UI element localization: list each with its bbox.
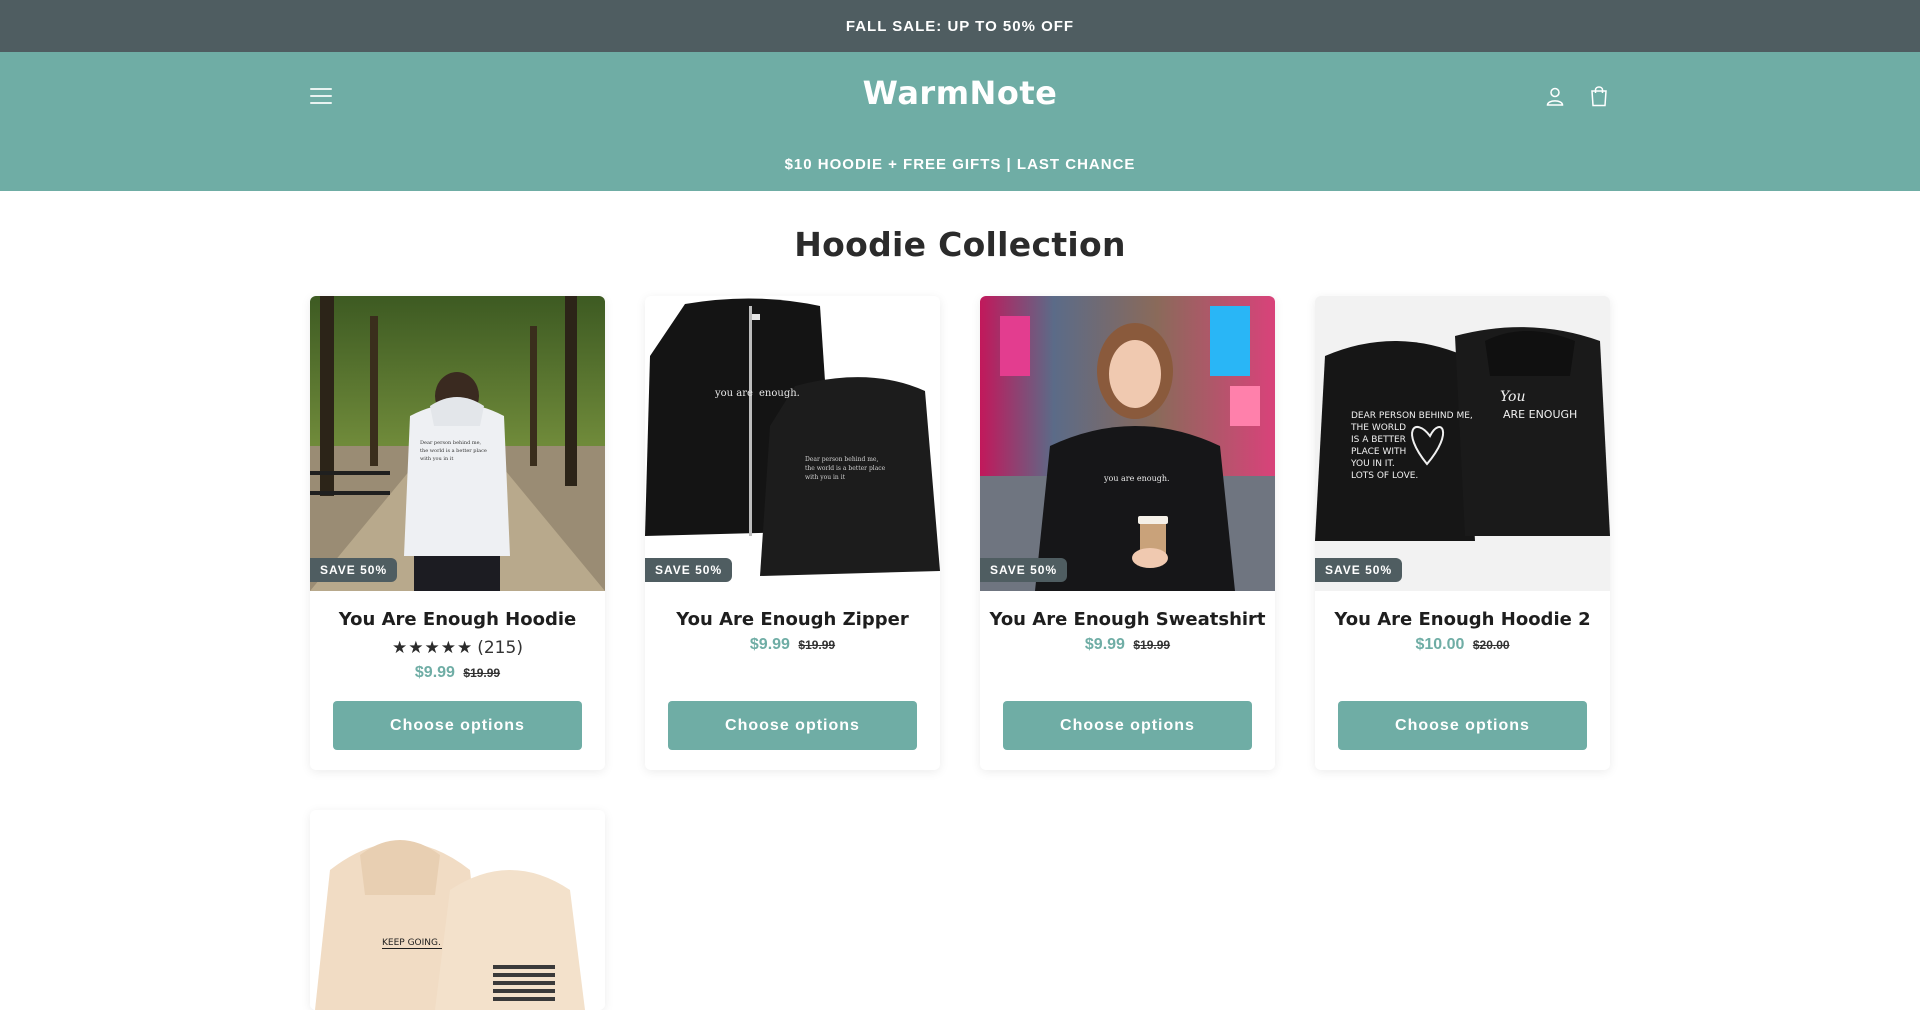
compare-price: $19.99 xyxy=(1133,638,1171,652)
svg-text:enough.: enough. xyxy=(759,388,800,399)
header-icons xyxy=(1544,85,1610,107)
svg-text:You: You xyxy=(1500,389,1525,405)
discount-badge: SAVE 50% xyxy=(310,558,398,582)
sale-price: $9.99 xyxy=(749,636,790,653)
product-image-hoodie-cream[interactable]: KEEP GOING. xyxy=(310,810,605,1010)
price-row: $10.00 $20.00 xyxy=(1315,636,1610,654)
sale-price: $9.99 xyxy=(1084,636,1125,653)
svg-text:THE WORLD: THE WORLD xyxy=(1350,423,1406,433)
svg-text:you are: you are xyxy=(714,388,753,399)
compare-price: $19.99 xyxy=(463,666,501,680)
account-icon[interactable] xyxy=(1544,85,1566,107)
svg-text:PLACE WITH: PLACE WITH xyxy=(1351,447,1406,457)
product-info: You Are Enough Hoodie 2 $10.00 $20.00 xyxy=(1315,591,1610,654)
product-info: You Are Enough Sweatshirt $9.99 $19.99 xyxy=(980,591,1275,654)
svg-text:ARE ENOUGH: ARE ENOUGH xyxy=(1503,408,1577,421)
announcement-bar: FALL SALE: UP TO 50% OFF xyxy=(0,0,1920,52)
product-info: You Are Enough Zipper $9.99 $19.99 xyxy=(645,591,940,654)
svg-text:with you in it: with you in it xyxy=(420,456,453,462)
product-card[interactable]: you are enough. Dear person behind me, t… xyxy=(645,296,940,770)
product-info: You Are Enough Hoodie ★★★★★ (215) $9.99 … xyxy=(310,591,605,682)
discount-badge: SAVE 50% xyxy=(980,558,1068,582)
svg-text:Dear person behind me,: Dear person behind me, xyxy=(420,440,482,446)
choose-options-button[interactable]: Choose options xyxy=(333,701,582,750)
sale-price: $10.00 xyxy=(1415,636,1465,653)
product-card[interactable]: DEAR PERSON BEHIND ME, THE WORLD IS A BE… xyxy=(1315,296,1610,770)
site-logo[interactable]: WarmNote xyxy=(863,74,1058,112)
svg-text:you are enough.: you are enough. xyxy=(1103,474,1170,483)
svg-text:KEEP GOING.: KEEP GOING. xyxy=(382,938,441,948)
svg-text:the world is a better place: the world is a better place xyxy=(420,448,487,454)
svg-text:YOU IN IT.: YOU IN IT. xyxy=(1350,459,1395,469)
choose-options-button[interactable]: Choose options xyxy=(1338,701,1587,750)
collection-title: Hoodie Collection xyxy=(794,225,1126,264)
choose-options-button[interactable]: Choose options xyxy=(1003,701,1252,750)
svg-text:with you in it: with you in it xyxy=(805,474,846,481)
product-title[interactable]: You Are Enough Hoodie xyxy=(310,609,605,630)
site-header: WarmNote $10 HOODIE + FREE GIFTS | LAST … xyxy=(0,52,1920,191)
svg-text:IS A BETTER: IS A BETTER xyxy=(1351,435,1406,445)
product-title[interactable]: You Are Enough Sweatshirt xyxy=(980,609,1275,630)
product-image-hoodie-white[interactable]: Dear person behind me, the world is a be… xyxy=(310,296,605,591)
svg-text:the world is a better place: the world is a better place xyxy=(805,465,886,472)
price-row: $9.99 $19.99 xyxy=(645,636,940,654)
choose-options-button[interactable]: Choose options xyxy=(668,701,917,750)
product-image-zipper-black[interactable]: you are enough. Dear person behind me, t… xyxy=(645,296,940,591)
sale-price: $9.99 xyxy=(414,664,455,681)
svg-text:Dear person behind me,: Dear person behind me, xyxy=(805,456,878,463)
star-rating-icon: ★★★★★ xyxy=(392,638,474,658)
compare-price: $20.00 xyxy=(1472,638,1510,652)
price-row: $9.99 $19.99 xyxy=(980,636,1275,654)
svg-text:DEAR PERSON BEHIND ME,: DEAR PERSON BEHIND ME, xyxy=(1351,411,1473,421)
product-card[interactable]: KEEP GOING. xyxy=(310,810,605,1010)
svg-text:LOTS OF LOVE.: LOTS OF LOVE. xyxy=(1351,471,1418,481)
product-image-hoodie-black[interactable]: DEAR PERSON BEHIND ME, THE WORLD IS A BE… xyxy=(1315,296,1610,591)
product-title[interactable]: You Are Enough Hoodie 2 xyxy=(1315,609,1610,630)
menu-icon[interactable] xyxy=(310,85,332,107)
review-count: (215) xyxy=(477,638,523,658)
discount-badge: SAVE 50% xyxy=(645,558,733,582)
compare-price: $19.99 xyxy=(798,638,836,652)
cart-icon[interactable] xyxy=(1588,85,1610,107)
product-grid: Dear person behind me, the world is a be… xyxy=(310,296,1610,770)
announcement-text: FALL SALE: UP TO 50% OFF xyxy=(845,17,1075,35)
product-title[interactable]: You Are Enough Zipper xyxy=(645,609,940,630)
product-card[interactable]: you are enough. SAVE 50% You Are Enough … xyxy=(980,296,1275,770)
product-rating: ★★★★★ (215) xyxy=(310,638,605,658)
price-row: $9.99 $19.99 xyxy=(310,664,605,682)
product-image-sweatshirt-woman[interactable]: you are enough. SAVE 50% xyxy=(980,296,1275,591)
promo-banner-text[interactable]: $10 HOODIE + FREE GIFTS | LAST CHANCE xyxy=(0,156,1920,173)
product-card[interactable]: Dear person behind me, the world is a be… xyxy=(310,296,605,770)
discount-badge: SAVE 50% xyxy=(1315,558,1403,582)
